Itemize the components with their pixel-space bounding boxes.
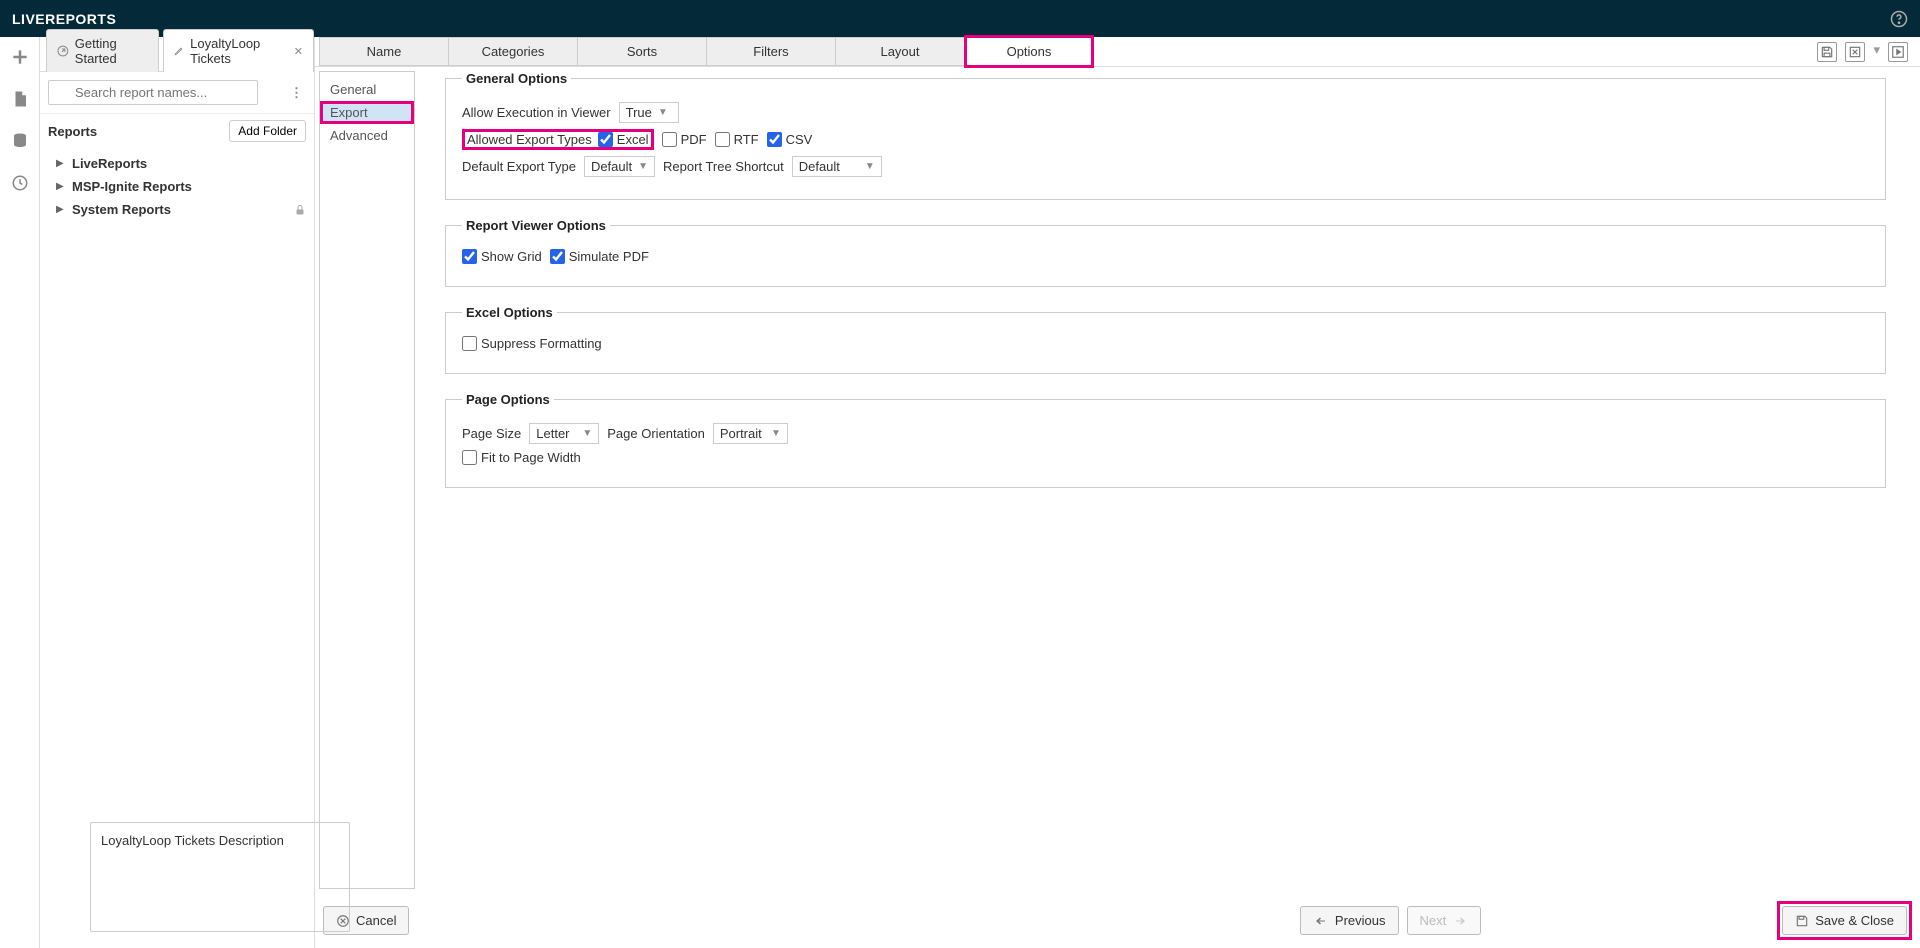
checkbox-csv[interactable]: CSV — [767, 132, 813, 147]
run-icon[interactable] — [1888, 42, 1908, 62]
previous-button[interactable]: Previous — [1300, 906, 1399, 935]
checkbox-pdf[interactable]: PDF — [662, 132, 707, 147]
description-box: LoyaltyLoop Tickets Description — [90, 822, 350, 932]
allow-exec-label: Allow Execution in Viewer — [462, 105, 611, 120]
main-tabs-bar: Name Categories Sorts Filters Layout Opt… — [315, 37, 1920, 67]
page-size-label: Page Size — [462, 426, 521, 441]
export-icon[interactable] — [1845, 42, 1865, 62]
caret-down-icon: ▼ — [582, 428, 592, 439]
database-icon[interactable] — [8, 129, 32, 153]
main-tab-sorts[interactable]: Sorts — [577, 37, 707, 66]
tab-label: LoyaltyLoop Tickets — [190, 36, 284, 66]
section-legend: General Options — [462, 71, 571, 86]
section-legend: Report Viewer Options — [462, 218, 610, 233]
search-input-wrap — [48, 80, 282, 105]
search-menu-icon[interactable]: ⋮ — [286, 85, 306, 101]
chevron-right-icon: ▶ — [56, 204, 66, 215]
add-folder-button[interactable]: Add Folder — [229, 120, 306, 142]
allow-exec-dropdown[interactable]: True ▼ — [619, 102, 679, 123]
tree-item-system-reports[interactable]: ▶ System Reports — [40, 198, 314, 221]
main-tab-name[interactable]: Name — [319, 37, 449, 66]
dropdown-caret-icon[interactable]: ▾ — [1873, 42, 1880, 62]
side-toolbar — [0, 37, 40, 948]
checkbox-rtf[interactable]: RTF — [715, 132, 759, 147]
left-panel: Getting Started LoyaltyLoop Tickets ✕ ⋮ … — [40, 37, 315, 948]
viewer-options-section: Report Viewer Options Show Grid Simulate… — [445, 218, 1886, 287]
caret-down-icon: ▼ — [865, 161, 875, 172]
app-title: LIVEREPORTS — [12, 11, 116, 27]
orientation-dropdown[interactable]: Portrait ▼ — [713, 423, 788, 444]
general-options-section: General Options Allow Execution in Viewe… — [445, 71, 1886, 200]
close-icon[interactable]: ✕ — [294, 45, 303, 58]
tab-getting-started[interactable]: Getting Started — [46, 29, 159, 72]
footer-bar: Cancel Previous Next Save & Close — [315, 893, 1920, 948]
default-export-dropdown[interactable]: Default ▼ — [584, 156, 655, 177]
save-icon[interactable] — [1817, 42, 1837, 62]
tab-loyalty-tickets[interactable]: LoyaltyLoop Tickets ✕ — [163, 29, 314, 72]
checkbox-fit-page-width[interactable]: Fit to Page Width — [462, 450, 581, 465]
help-icon[interactable] — [1890, 10, 1908, 28]
section-legend: Excel Options — [462, 305, 557, 320]
excel-options-section: Excel Options Suppress Formatting — [445, 305, 1886, 374]
default-export-label: Default Export Type — [462, 159, 576, 174]
plus-icon[interactable] — [8, 45, 32, 69]
options-sidebar-advanced[interactable]: Advanced — [320, 124, 414, 147]
main-tab-options[interactable]: Options — [964, 35, 1094, 68]
chevron-right-icon: ▶ — [56, 158, 66, 169]
main-tab-layout[interactable]: Layout — [835, 37, 965, 66]
tree-shortcut-dropdown[interactable]: Default ▼ — [792, 156, 882, 177]
tree-shortcut-label: Report Tree Shortcut — [663, 159, 784, 174]
pencil-icon — [174, 45, 184, 57]
tree-item-msp-ignite[interactable]: ▶ MSP-Ignite Reports — [40, 175, 314, 198]
tree-item-livereports[interactable]: ▶ LiveReports — [40, 152, 314, 175]
description-text: LoyaltyLoop Tickets Description — [101, 833, 284, 848]
checkbox-simulate-pdf[interactable]: Simulate PDF — [550, 249, 649, 264]
page-size-dropdown[interactable]: Letter ▼ — [529, 423, 599, 444]
checkbox-show-grid[interactable]: Show Grid — [462, 249, 542, 264]
caret-down-icon: ▼ — [638, 161, 648, 172]
search-input[interactable] — [48, 80, 258, 105]
main-area: Name Categories Sorts Filters Layout Opt… — [315, 37, 1920, 948]
options-sidebar-export[interactable]: Export — [320, 101, 414, 124]
next-button: Next — [1407, 906, 1482, 935]
clock-icon[interactable] — [8, 171, 32, 195]
orientation-label: Page Orientation — [607, 426, 705, 441]
checkbox-excel[interactable]: Excel — [598, 132, 649, 147]
caret-down-icon: ▼ — [771, 428, 781, 439]
arrow-right-icon — [1452, 915, 1468, 927]
checkbox-suppress-formatting[interactable]: Suppress Formatting — [462, 336, 602, 351]
section-legend: Page Options — [462, 392, 554, 407]
report-tree: ▶ LiveReports ▶ MSP-Ignite Reports ▶ Sys… — [40, 148, 314, 225]
arrow-left-icon — [1313, 915, 1329, 927]
document-icon[interactable] — [8, 87, 32, 111]
chevron-right-icon: ▶ — [56, 181, 66, 192]
reports-heading: Reports — [48, 124, 97, 139]
main-tab-filters[interactable]: Filters — [706, 37, 836, 66]
tab-label: Getting Started — [75, 36, 149, 66]
launch-icon — [57, 44, 69, 58]
options-sidebar: General Export Advanced — [319, 71, 415, 889]
document-tabs: Getting Started LoyaltyLoop Tickets ✕ — [40, 37, 314, 72]
options-body: General Options Allow Execution in Viewe… — [415, 71, 1916, 889]
options-sidebar-general[interactable]: General — [320, 78, 414, 101]
caret-down-icon: ▼ — [658, 107, 668, 118]
save-close-button[interactable]: Save & Close — [1782, 906, 1907, 935]
lock-icon — [294, 204, 306, 216]
save-icon — [1795, 914, 1809, 928]
main-tab-categories[interactable]: Categories — [448, 37, 578, 66]
allowed-export-label: Allowed Export Types — [467, 132, 592, 147]
page-options-section: Page Options Page Size Letter ▼ Page Ori… — [445, 392, 1886, 488]
